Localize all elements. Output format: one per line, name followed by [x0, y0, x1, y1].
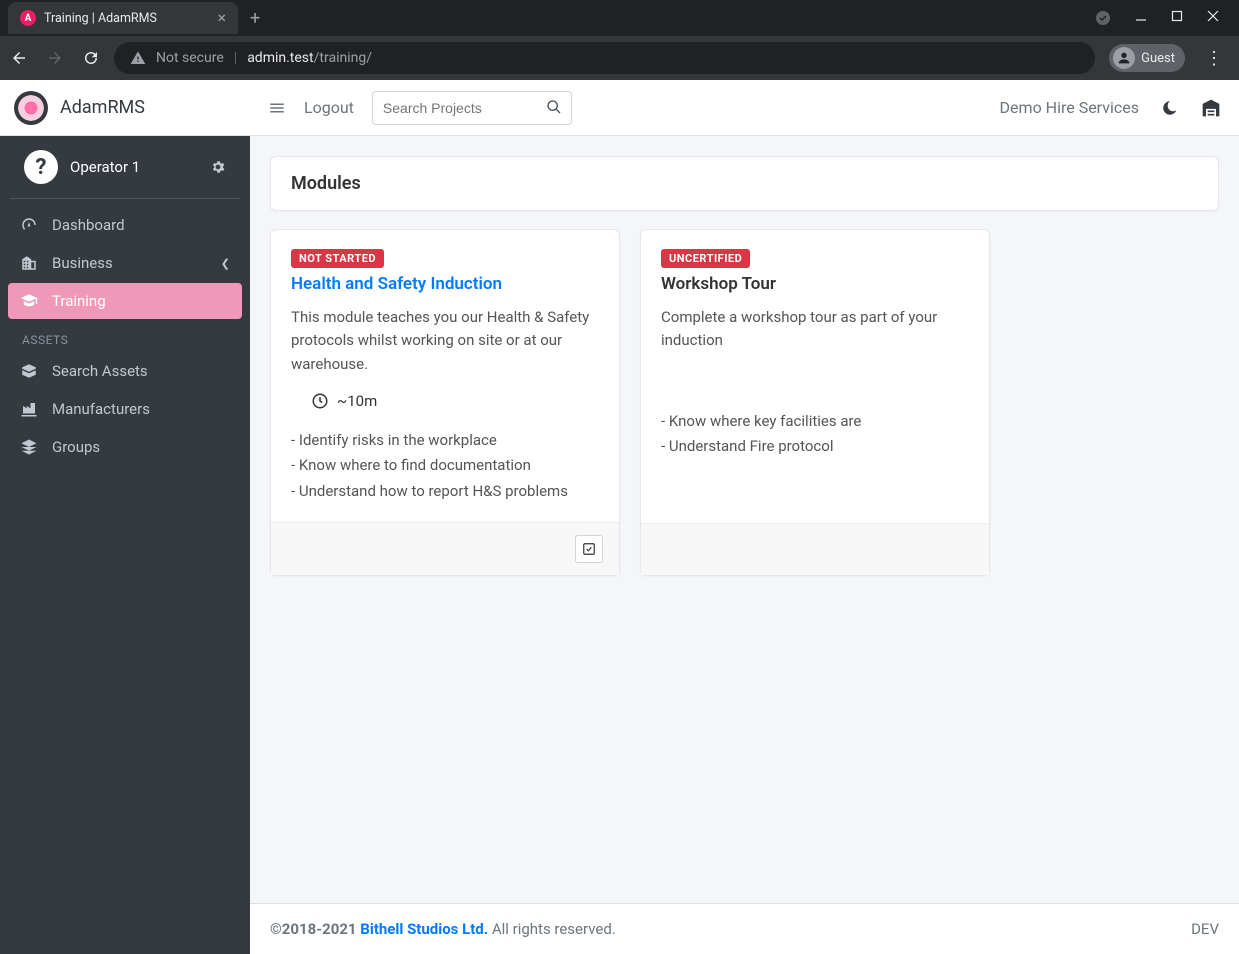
new-tab-button[interactable]: +	[242, 8, 268, 29]
not-secure-label: Not secure	[156, 50, 224, 66]
industry-icon	[20, 400, 40, 418]
sidebar-item-search-assets[interactable]: Search Assets	[8, 353, 242, 389]
box-icon	[20, 362, 40, 380]
brand-logo-icon	[14, 91, 48, 125]
sidebar-item-groups[interactable]: Groups	[8, 429, 242, 465]
search-projects-input[interactable]	[372, 91, 572, 125]
footer: ©2018-2021 Bithell Studios Ltd. All righ…	[250, 903, 1239, 954]
url-path: /training/	[314, 50, 372, 66]
brand[interactable]: AdamRMS	[0, 80, 250, 136]
page-header-card: Modules	[270, 156, 1219, 211]
content: Modules NOT STARTED Health and Safety In…	[250, 136, 1239, 903]
main-nav: Dashboard Business ❮ Training ASSETS	[0, 207, 250, 467]
nav-label: Training	[52, 292, 106, 310]
tab-favicon: A	[20, 10, 36, 26]
project-search	[372, 91, 572, 125]
start-module-button[interactable]	[575, 535, 603, 563]
window-minimize-icon[interactable]	[1135, 10, 1147, 26]
nav-label: Groups	[52, 438, 100, 456]
tab-close-icon[interactable]: ×	[217, 10, 226, 26]
module-bullets: - Identify risks in the workplace - Know…	[291, 428, 599, 505]
nav-label: Business	[52, 254, 113, 272]
site-info-icon[interactable]	[130, 50, 146, 66]
browser-tab[interactable]: A Training | AdamRMS ×	[8, 2, 238, 34]
profile-chip[interactable]: Guest	[1109, 44, 1185, 72]
module-footer	[641, 523, 989, 575]
address-bar: Not secure | admin.test/training/ Guest …	[0, 36, 1239, 80]
bullet-item: - Know where to find documentation	[291, 453, 599, 479]
url-host: admin.test	[247, 50, 313, 66]
browser-menu-icon[interactable]: ⋮	[1199, 48, 1229, 69]
window-maximize-icon[interactable]	[1171, 10, 1183, 26]
layers-icon	[20, 438, 40, 456]
logout-link[interactable]: Logout	[304, 98, 354, 117]
user-avatar-icon: ?	[24, 150, 58, 184]
dark-mode-icon[interactable]	[1161, 99, 1179, 117]
window-controls	[1095, 10, 1231, 26]
nav-label: Search Assets	[52, 362, 148, 380]
bullet-item: - Understand how to report H&S problems	[291, 479, 599, 505]
building-icon	[20, 254, 40, 272]
module-title: Workshop Tour	[661, 274, 969, 294]
warehouse-icon[interactable]	[1201, 98, 1221, 118]
page-title: Modules	[291, 173, 1198, 194]
sidebar: AdamRMS ? Operator 1 Dashboard Business …	[0, 80, 250, 954]
modules-grid: NOT STARTED Health and Safety Induction …	[270, 229, 1219, 576]
tab-strip: A Training | AdamRMS × +	[0, 0, 1239, 36]
env-label: DEV	[1191, 920, 1219, 938]
bullet-item: - Identify risks in the workplace	[291, 428, 599, 454]
rights-text: All rights reserved.	[488, 920, 616, 938]
status-badge: UNCERTIFIED	[661, 249, 750, 268]
module-card: NOT STARTED Health and Safety Induction …	[270, 229, 620, 576]
nav-section-header-assets: ASSETS	[8, 321, 242, 353]
sidebar-item-manufacturers[interactable]: Manufacturers	[8, 391, 242, 427]
profile-label: Guest	[1141, 51, 1175, 66]
module-bullets: - Know where key facilities are - Unders…	[661, 409, 969, 460]
hide-network-icon[interactable]	[1095, 10, 1111, 26]
topbar-right: Demo Hire Services	[1000, 98, 1221, 118]
module-description: Complete a workshop tour as part of your…	[661, 306, 969, 353]
topbar: Logout Demo Hire Services	[250, 80, 1239, 136]
omnibox[interactable]: Not secure | admin.test/training/	[114, 42, 1095, 74]
sidebar-toggle-icon[interactable]	[268, 99, 286, 117]
tachometer-icon	[20, 216, 40, 234]
graduation-cap-icon	[20, 292, 40, 310]
sidebar-item-business[interactable]: Business ❮	[8, 245, 242, 281]
settings-gear-icon[interactable]	[210, 159, 226, 175]
user-panel: ? Operator 1	[10, 136, 240, 199]
copyright-text: ©2018-2021	[270, 920, 360, 938]
chevron-left-icon: ❮	[221, 257, 230, 270]
app: AdamRMS ? Operator 1 Dashboard Business …	[0, 80, 1239, 954]
user-name[interactable]: Operator 1	[70, 158, 140, 176]
browser-forward-icon[interactable]	[46, 49, 64, 67]
profile-avatar-icon	[1113, 47, 1135, 69]
main: Logout Demo Hire Services Modules	[250, 80, 1239, 954]
module-footer	[271, 522, 619, 575]
status-badge: NOT STARTED	[291, 249, 384, 268]
module-description: This module teaches you our Health & Saf…	[291, 306, 599, 376]
module-title-link[interactable]: Health and Safety Induction	[291, 274, 599, 294]
company-name[interactable]: Demo Hire Services	[1000, 98, 1139, 117]
browser-reload-icon[interactable]	[82, 49, 100, 67]
search-icon[interactable]	[546, 99, 562, 115]
module-card: UNCERTIFIED Workshop Tour Complete a wor…	[640, 229, 990, 576]
browser-chrome: A Training | AdamRMS × +	[0, 0, 1239, 80]
sidebar-item-dashboard[interactable]: Dashboard	[8, 207, 242, 243]
sidebar-item-training[interactable]: Training	[8, 283, 242, 319]
duration-text: ~10m	[337, 392, 377, 410]
clock-icon	[311, 392, 329, 410]
nav-label: Dashboard	[52, 216, 125, 234]
bullet-item: - Know where key facilities are	[661, 409, 969, 435]
nav-label: Manufacturers	[52, 400, 150, 418]
bullet-item: - Understand Fire protocol	[661, 434, 969, 460]
window-close-icon[interactable]	[1207, 10, 1219, 26]
brand-name: AdamRMS	[60, 97, 145, 118]
module-duration: ~10m	[291, 392, 599, 410]
browser-back-icon[interactable]	[10, 49, 28, 67]
footer-company-link[interactable]: Bithell Studios Ltd.	[360, 920, 488, 938]
tab-title: Training | AdamRMS	[44, 11, 209, 26]
